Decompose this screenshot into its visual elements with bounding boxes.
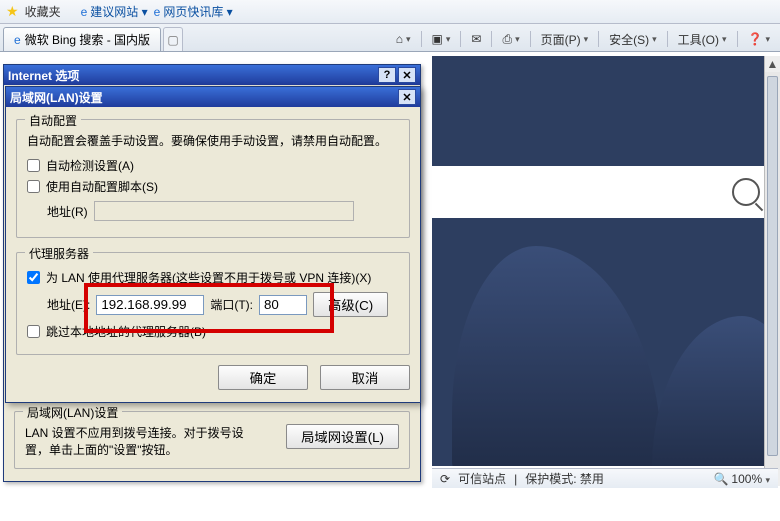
home-icon: ⌂ bbox=[396, 32, 403, 46]
checkbox-input[interactable] bbox=[27, 325, 40, 338]
help-button[interactable]: ❓▾ bbox=[742, 29, 776, 49]
favorites-link-label: 网页快讯库 ▾ bbox=[163, 3, 232, 20]
proxy-port-input[interactable] bbox=[259, 295, 307, 315]
scroll-thumb[interactable] bbox=[767, 76, 778, 456]
ie-icon: e bbox=[14, 33, 21, 47]
background-image bbox=[652, 316, 778, 466]
tools-menu[interactable]: 工具(O)▾ bbox=[672, 28, 733, 51]
group-legend: 局域网(LAN)设置 bbox=[23, 404, 122, 421]
group-legend: 自动配置 bbox=[25, 112, 81, 129]
auto-detect-checkbox[interactable]: 自动检测设置(A) bbox=[27, 157, 399, 174]
proxy-address-input[interactable] bbox=[96, 295, 204, 315]
command-bar: ⌂▾ ▣▾ ✉ ⎙▾ 页面(P)▾ 安全(S)▾ 工具(O)▾ ❓▾ bbox=[390, 26, 776, 52]
page-content bbox=[432, 56, 778, 466]
page-menu[interactable]: 页面(P)▾ bbox=[535, 28, 595, 51]
checkbox-input[interactable] bbox=[27, 159, 40, 172]
browser-tab[interactable]: e 微软 Bing 搜索 - 国内版 bbox=[3, 27, 161, 51]
lan-desc-line2: 置，单击上面的"设置"按钮。 bbox=[25, 441, 272, 458]
lan-desc-line1: LAN 设置不应用到拨号连接。对于拨号设 bbox=[25, 424, 272, 441]
dialog-title: 局域网(LAN)设置 bbox=[10, 89, 103, 106]
proxy-port-label: 端口(T): bbox=[210, 296, 253, 313]
rss-button[interactable]: ▣▾ bbox=[426, 29, 457, 49]
search-icon[interactable] bbox=[732, 178, 760, 206]
cancel-button[interactable]: 取消 bbox=[320, 365, 410, 390]
print-icon: ⎙ bbox=[502, 32, 512, 47]
new-tab-button[interactable]: ▢ bbox=[163, 27, 183, 51]
help-button[interactable]: ? bbox=[378, 67, 396, 83]
script-address-input bbox=[94, 201, 354, 221]
safety-menu[interactable]: 安全(S)▾ bbox=[603, 28, 663, 51]
group-legend: 代理服务器 bbox=[25, 245, 93, 262]
lan-settings-dialog: 局域网(LAN)设置 ✕ 自动配置 自动配置会覆盖手动设置。要确保使用手动设置，… bbox=[5, 86, 421, 403]
home-button[interactable]: ⌂▾ bbox=[390, 29, 417, 49]
scroll-up-arrow[interactable]: ▲ bbox=[765, 56, 780, 72]
favorites-link-webslice[interactable]: e 网页快讯库 ▾ bbox=[154, 3, 233, 20]
checkbox-input[interactable] bbox=[27, 271, 40, 284]
favorites-bar: ★ 收藏夹 e 建议网站 ▾ e 网页快讯库 ▾ bbox=[0, 0, 780, 24]
ie-icon: e bbox=[154, 5, 161, 19]
ok-button[interactable]: 确定 bbox=[218, 365, 308, 390]
mail-icon: ✉ bbox=[471, 32, 481, 46]
favorites-label[interactable]: 收藏夹 bbox=[25, 3, 61, 20]
checkbox-input[interactable] bbox=[27, 180, 40, 193]
tab-title: 微软 Bing 搜索 - 国内版 bbox=[25, 31, 150, 48]
script-address-label: 地址(R) bbox=[47, 203, 88, 220]
close-button[interactable]: ✕ bbox=[398, 67, 416, 83]
background-image bbox=[452, 246, 662, 466]
lan-settings-group: 局域网(LAN)设置 LAN 设置不应用到拨号连接。对于拨号设 置，单击上面的"… bbox=[14, 411, 410, 469]
status-protected-mode: 保护模式: 禁用 bbox=[525, 470, 604, 487]
help-icon: ❓ bbox=[748, 32, 763, 46]
favorites-link-label: 建议网站 ▾ bbox=[90, 3, 147, 20]
lan-settings-button[interactable]: 局域网设置(L) bbox=[286, 424, 399, 449]
favorites-link-suggested[interactable]: e 建议网站 ▾ bbox=[81, 3, 148, 20]
auto-config-desc: 自动配置会覆盖手动设置。要确保使用手动设置，请禁用自动配置。 bbox=[27, 132, 399, 149]
status-trusted-sites[interactable]: 可信站点 bbox=[458, 470, 506, 487]
use-proxy-checkbox[interactable]: 为 LAN 使用代理服务器(这些设置不用于拨号或 VPN 连接)(X) bbox=[27, 269, 399, 286]
ie-icon: e bbox=[81, 5, 88, 19]
bing-search-bar[interactable] bbox=[432, 166, 778, 218]
proxy-address-label: 地址(E): bbox=[47, 296, 90, 313]
close-button[interactable]: ✕ bbox=[398, 89, 416, 105]
vertical-scrollbar[interactable]: ▲ ▼ bbox=[764, 56, 780, 486]
advanced-button[interactable]: 高级(C) bbox=[313, 292, 388, 317]
status-bar: ⟳ 可信站点 | 保护模式: 禁用 🔍100% ▾ bbox=[432, 468, 778, 488]
mail-button[interactable]: ✉ bbox=[465, 29, 487, 49]
favorites-star-icon[interactable]: ★ bbox=[6, 3, 19, 20]
status-prefix-icon: ⟳ bbox=[440, 472, 450, 486]
dialog-title: Internet 选项 bbox=[8, 67, 79, 84]
print-button[interactable]: ⎙▾ bbox=[496, 29, 525, 50]
rss-icon: ▣ bbox=[432, 32, 443, 46]
proxy-server-group: 代理服务器 为 LAN 使用代理服务器(这些设置不用于拨号或 VPN 连接)(X… bbox=[16, 252, 410, 355]
dialog-titlebar[interactable]: 局域网(LAN)设置 ✕ bbox=[6, 87, 420, 107]
auto-config-group: 自动配置 自动配置会覆盖手动设置。要确保使用手动设置，请禁用自动配置。 自动检测… bbox=[16, 119, 410, 238]
bypass-local-checkbox[interactable]: 跳过本地地址的代理服务器(B) bbox=[27, 323, 399, 340]
auto-script-checkbox[interactable]: 使用自动配置脚本(S) bbox=[27, 178, 399, 195]
zoom-control[interactable]: 🔍100% ▾ bbox=[713, 472, 770, 486]
dialog-titlebar[interactable]: Internet 选项 ? ✕ bbox=[4, 65, 420, 85]
